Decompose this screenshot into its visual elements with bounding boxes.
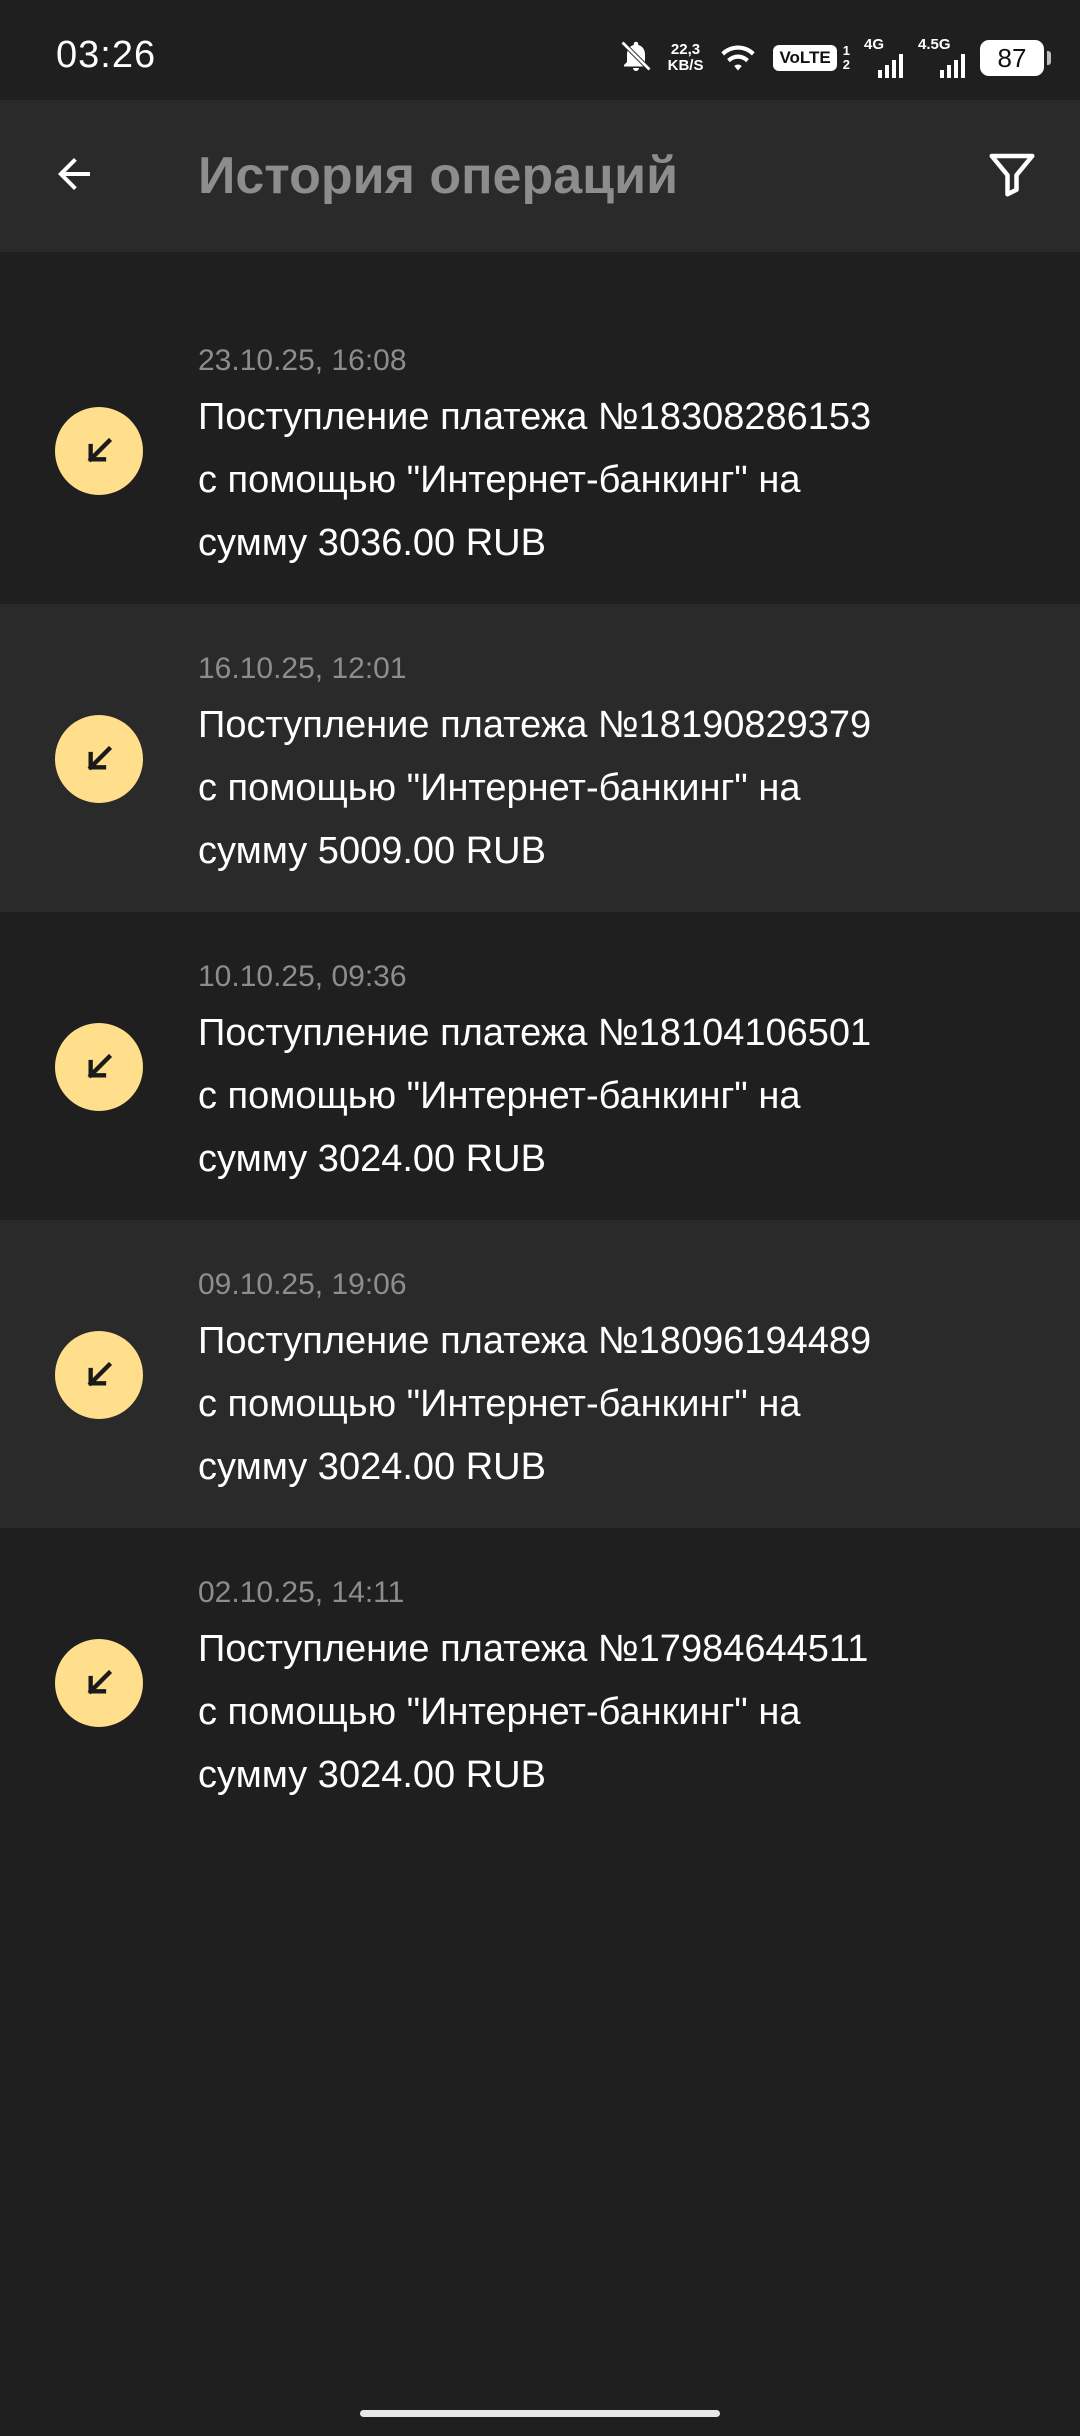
transactions-list: 23.10.25, 16:08 Поступление платежа №183… [0,296,1080,1836]
transaction-date: 09.10.25, 19:06 [198,1268,407,1301]
sim-index: 1 2 [843,44,850,72]
arrow-left-icon [50,150,98,203]
transaction-date: 23.10.25, 16:08 [198,344,407,377]
transaction-description: Поступление платежа №18308286153 с помощ… [198,396,872,564]
transaction-description: Поступление платежа №17984644511 с помощ… [198,1628,869,1796]
network-type-2: 4.5G [918,36,951,53]
net-speed-value: 22,3 [670,41,701,58]
sim-index-top: 1 [842,43,850,58]
wifi-icon [717,39,759,78]
page-title: История операций [198,147,679,205]
transaction-description: Поступление платежа №18190829379 с помощ… [198,704,872,872]
back-button[interactable] [34,136,114,216]
incoming-arrow-icon [55,1331,143,1419]
status-time: 03:26 [56,34,157,76]
app-bar: История операций [0,100,1080,252]
battery-icon: 87 [980,40,1051,76]
incoming-arrow-icon [55,1639,143,1727]
sim-index-bottom: 2 [842,57,850,72]
list-item[interactable]: 02.10.25, 14:11 Поступление платежа №179… [0,1528,1080,1836]
transaction-description: Поступление платежа №18104106501 с помощ… [198,1012,872,1180]
home-indicator[interactable] [360,2410,720,2417]
status-bar: 03:26 22,3 KB/S VoLTE 1 2 4G 4.5G 87 [0,0,1080,100]
list-item[interactable]: 10.10.25, 09:36 Поступление платежа №181… [0,912,1080,1220]
incoming-arrow-icon [55,1023,143,1111]
list-item[interactable]: 09.10.25, 19:06 Поступление платежа №180… [0,1220,1080,1528]
network-type-1: 4G [864,36,885,53]
transaction-date: 10.10.25, 09:36 [198,960,407,993]
incoming-arrow-icon [55,715,143,803]
filter-icon [985,147,1039,206]
signal-icon: 4G [864,36,904,78]
signal-icon-2: 4.5G [918,36,966,78]
filter-button[interactable] [972,136,1052,216]
incoming-arrow-icon [55,407,143,495]
net-speed-unit: KB/S [667,57,704,74]
transaction-description: Поступление платежа №18096194489 с помощ… [198,1320,872,1488]
transaction-date: 16.10.25, 12:01 [198,652,407,685]
status-icons: 22,3 KB/S VoLTE 1 2 4G 4.5G 87 [618,30,1051,86]
net-speed: 22,3 KB/S [668,42,704,74]
battery-level: 87 [997,42,1027,73]
volte-badge: VoLTE [773,45,837,71]
list-item[interactable]: 16.10.25, 12:01 Поступление платежа №181… [0,604,1080,912]
transaction-date: 02.10.25, 14:11 [198,1576,405,1609]
bell-muted-icon [618,38,654,79]
list-item[interactable]: 23.10.25, 16:08 Поступление платежа №183… [0,296,1080,604]
